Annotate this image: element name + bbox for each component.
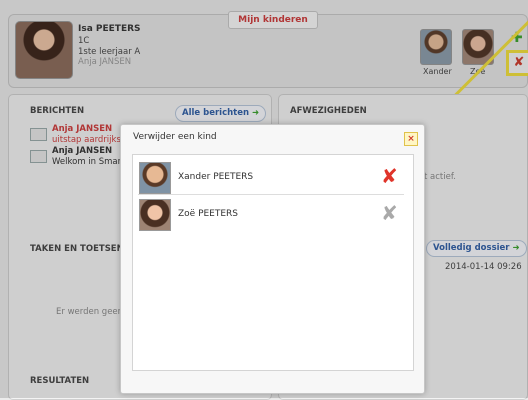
child-photo	[139, 199, 171, 231]
child-row-name: Zoë PEETERS	[178, 209, 239, 219]
row-divider	[138, 194, 404, 195]
close-icon[interactable]: ×	[404, 132, 418, 146]
child-row-name: Xander PEETERS	[178, 172, 254, 182]
delete-child-button[interactable]: ✘	[381, 166, 398, 186]
delete-child-button[interactable]: ✘	[381, 203, 398, 223]
modal-title: Verwijder een kind	[133, 132, 217, 142]
children-list	[132, 154, 414, 371]
child-photo	[139, 162, 171, 194]
